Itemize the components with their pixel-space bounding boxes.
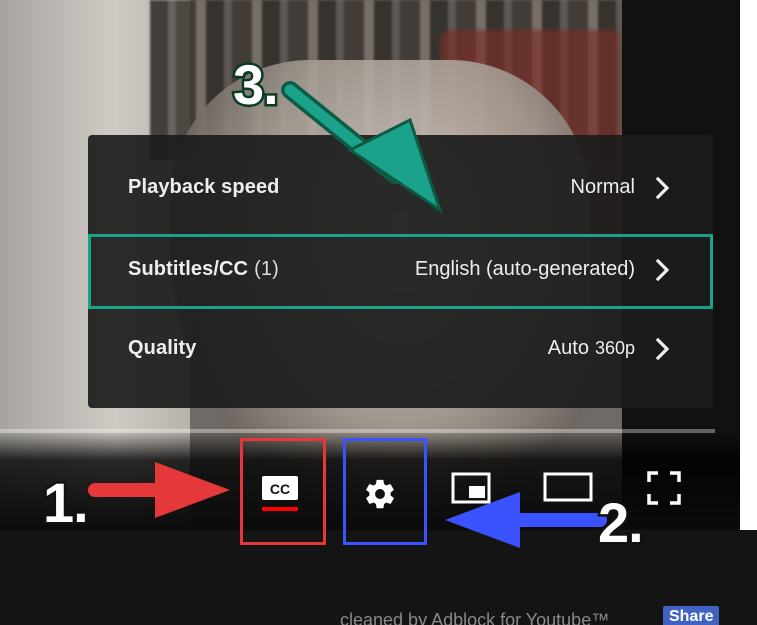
annotation-number-1: 1.	[41, 469, 92, 537]
quality-value: Auto	[547, 337, 589, 359]
progress-bar[interactable]	[0, 429, 715, 433]
quality-label: Quality	[128, 337, 197, 359]
menu-item-label: Quality	[128, 337, 197, 360]
annotation-number-3: 3.	[231, 51, 282, 119]
playback-speed-value: Normal	[570, 176, 635, 198]
annotation-number-2: 2.	[596, 489, 647, 557]
menu-item-label: Playback speed	[128, 176, 280, 199]
miniplayer-button[interactable]	[443, 466, 499, 510]
menu-item-quality[interactable]: Quality Auto 360p	[88, 312, 713, 390]
screenshot: Playback speed Normal Subtitles/CC (1) En…	[0, 0, 757, 625]
footer-text: cleaned by Adblock for Youtube™	[340, 610, 610, 625]
menu-item-value: Normal	[571, 176, 635, 199]
quality-resolution: 360p	[594, 338, 635, 358]
chevron-right-icon	[655, 176, 670, 200]
theater-mode-button[interactable]	[538, 466, 598, 510]
playback-speed-label: Playback speed	[128, 176, 280, 198]
share-button[interactable]: Share	[663, 606, 720, 625]
fullscreen-icon	[647, 471, 681, 505]
highlight-subtitles-row	[88, 234, 713, 309]
menu-item-playback-speed[interactable]: Playback speed Normal	[88, 151, 713, 229]
miniplayer-icon	[451, 472, 491, 504]
chevron-right-icon	[655, 337, 670, 361]
menu-item-value: Auto 360p	[548, 337, 635, 360]
highlight-settings-button	[343, 438, 427, 545]
fullscreen-button[interactable]	[640, 466, 688, 510]
theater-mode-icon	[543, 472, 593, 502]
highlight-cc-button	[240, 438, 326, 545]
